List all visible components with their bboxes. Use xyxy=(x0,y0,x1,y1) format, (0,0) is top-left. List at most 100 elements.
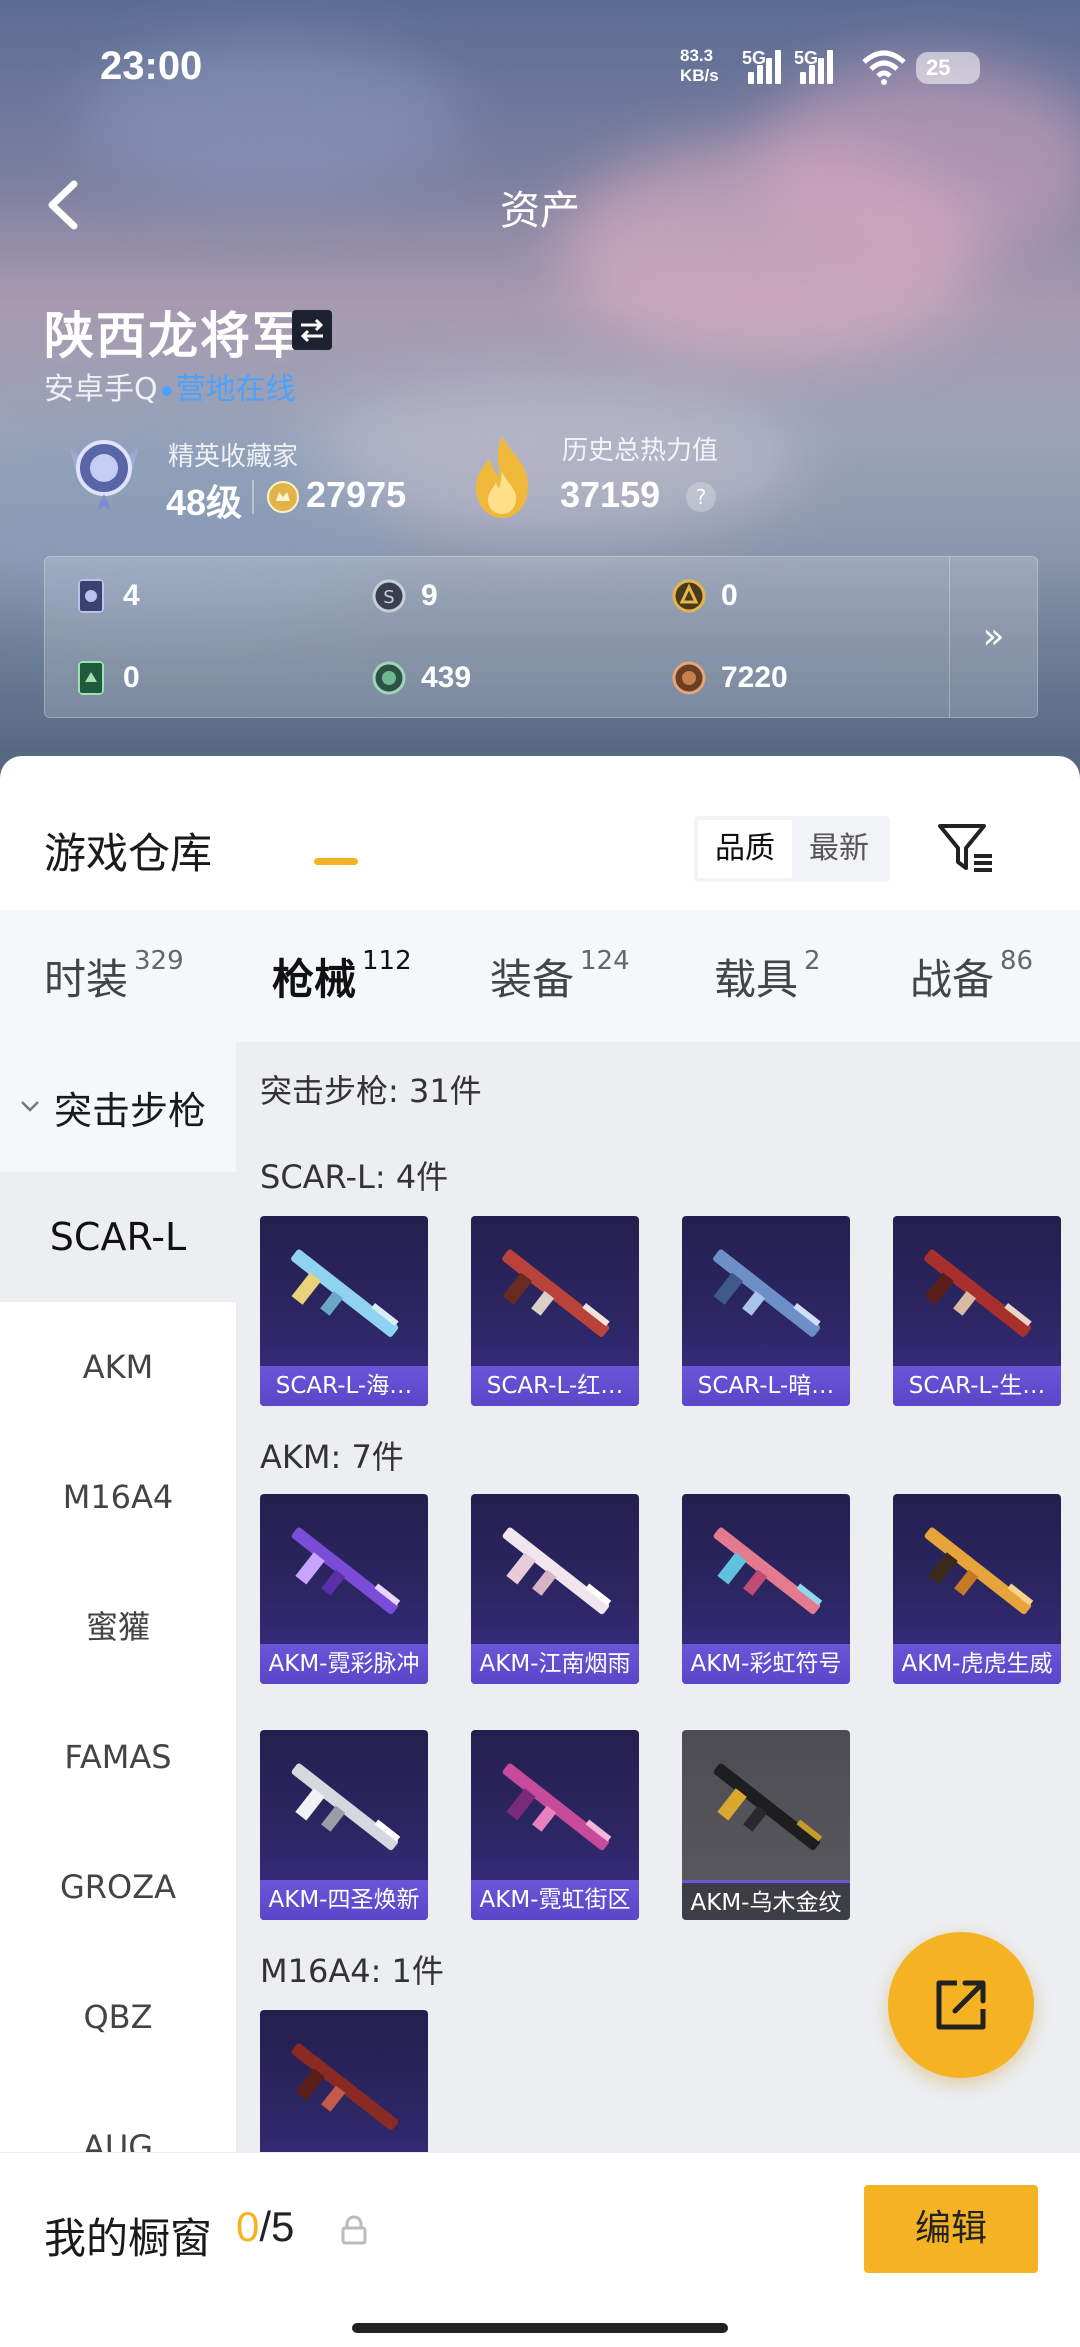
tab-weapons[interactable]: 枪械 112 xyxy=(272,946,412,1007)
sidebar-item-akm[interactable]: AKM xyxy=(0,1302,236,1432)
signal-bars-icon xyxy=(748,50,782,84)
weapon-card[interactable] xyxy=(260,2010,428,2152)
online-dot-icon xyxy=(161,385,172,396)
rifle-icon xyxy=(713,1527,823,1615)
more-resources-button[interactable]: » xyxy=(949,557,1037,717)
weapon-name: AKM-彩虹符号 xyxy=(682,1644,850,1684)
signal-bars-icon xyxy=(800,50,834,84)
rifle-icon xyxy=(291,1763,401,1851)
weapon-card[interactable]: AKM-乌木金纹 xyxy=(682,1730,850,1920)
weapon-card[interactable]: AKM-江南烟雨 xyxy=(471,1494,639,1684)
weapon-name: SCAR-L-生… xyxy=(893,1366,1061,1406)
tab-vehicles[interactable]: 载具 2 xyxy=(714,946,821,1007)
tab-count: 86 xyxy=(1000,946,1034,976)
weapon-name: SCAR-L-海… xyxy=(260,1366,428,1406)
tab-label: 枪械 xyxy=(272,955,357,1004)
rifle-icon xyxy=(502,1527,612,1615)
collector-title: 精英收藏家 xyxy=(168,442,299,472)
help-icon[interactable]: ? xyxy=(686,482,716,512)
resource-item: 0 xyxy=(73,653,140,703)
active-tab-indicator xyxy=(314,858,358,865)
filter-icon[interactable] xyxy=(936,818,996,878)
tab-equipment[interactable]: 装备 124 xyxy=(490,946,630,1007)
resource-item: 0 xyxy=(671,571,738,621)
group-label: M16A4: 1件 xyxy=(260,1952,444,1990)
tab-outfits[interactable]: 时装 329 xyxy=(44,946,184,1007)
rifle-icon xyxy=(291,2043,399,2131)
resource-item: 4 xyxy=(73,571,140,621)
chevron-down-icon xyxy=(21,1101,39,1112)
page-title: 资产 xyxy=(500,188,580,234)
warehouse-title: 游戏仓库 xyxy=(44,829,213,878)
weapon-card[interactable]: AKM-霓虹街区 xyxy=(471,1730,639,1920)
wifi-icon xyxy=(862,50,906,85)
flame-icon xyxy=(476,436,528,518)
weapon-card[interactable]: AKM-四圣焕新 xyxy=(260,1730,428,1920)
sidebar-item-qbz[interactable]: QBZ xyxy=(0,1952,236,2082)
sidebar-category-assault-rifle[interactable]: 突击步枪 xyxy=(0,1042,236,1172)
home-indicator[interactable] xyxy=(352,2323,728,2333)
tab-count: 2 xyxy=(804,946,821,976)
weapon-card[interactable]: SCAR-L-红… xyxy=(471,1216,639,1406)
resource-item: 439 xyxy=(371,653,471,703)
online-status: 营地在线 xyxy=(175,372,296,407)
sort-latest-button[interactable]: 最新 xyxy=(792,820,886,878)
platform-line: 安卓手Q 营地在线 xyxy=(44,364,296,408)
resource-item: 7220 xyxy=(671,653,788,703)
rifle-icon xyxy=(713,1763,823,1851)
rifle-icon xyxy=(291,1527,401,1615)
green-coin-icon xyxy=(372,661,406,695)
sort-quality-button[interactable]: 品质 xyxy=(698,820,792,878)
weapon-card[interactable]: AKM-虎虎生威 xyxy=(893,1494,1061,1684)
weapon-sidebar: 突击步枪 SCAR-L AKM M16A4 蜜獾 FAMAS GROZA QBZ… xyxy=(0,1042,236,2152)
resource-item: S 9 xyxy=(371,571,438,621)
card-icon xyxy=(78,579,104,613)
weapon-name: AKM-虎虎生威 xyxy=(893,1644,1061,1684)
sidebar-item-aug[interactable]: AUG xyxy=(0,2082,236,2152)
collector-badge-icon xyxy=(70,440,138,512)
silver-coin-icon: S xyxy=(372,579,406,613)
sidebar-item-famas[interactable]: FAMAS xyxy=(0,1692,236,1822)
sidebar-item-scar-l[interactable]: SCAR-L xyxy=(0,1172,236,1302)
svg-text:S: S xyxy=(383,587,394,608)
weapon-card[interactable]: SCAR-L-海… xyxy=(260,1216,428,1406)
status-bar: 23:00 83.3 KB/s 5G 5G 25 xyxy=(0,0,1080,130)
divider xyxy=(252,480,254,514)
weapon-name: SCAR-L-暗… xyxy=(682,1366,850,1406)
edit-button[interactable]: 编辑 xyxy=(864,2185,1038,2273)
tab-label: 战备 xyxy=(910,955,995,1004)
tab-label: 装备 xyxy=(490,955,575,1004)
weapon-card[interactable]: SCAR-L-生… xyxy=(893,1216,1061,1406)
heat-value: 37159 xyxy=(560,474,661,515)
rifle-icon xyxy=(502,1763,612,1851)
battery-icon: 25 xyxy=(916,52,980,84)
resource-value: 439 xyxy=(421,661,472,694)
bronze-coin-icon xyxy=(672,661,706,695)
rifle-icon xyxy=(291,1249,399,1337)
share-icon xyxy=(936,1980,986,2030)
sidebar-category-label: 突击步枪 xyxy=(54,1089,207,1133)
tab-count: 112 xyxy=(362,946,412,976)
resource-value: 9 xyxy=(421,579,438,612)
net-speed-value: 83.3 xyxy=(680,46,714,65)
switch-account-icon[interactable] xyxy=(292,310,332,350)
weapon-card[interactable]: AKM-彩虹符号 xyxy=(682,1494,850,1684)
share-button[interactable] xyxy=(888,1932,1034,2078)
weapon-name: AKM-四圣焕新 xyxy=(260,1880,428,1920)
sidebar-item-m16a4[interactable]: M16A4 xyxy=(0,1432,236,1562)
resource-value: 7220 xyxy=(721,661,788,694)
tab-gear[interactable]: 战备 86 xyxy=(910,946,1033,1007)
rifle-icon xyxy=(502,1249,610,1337)
weapon-card[interactable]: SCAR-L-暗… xyxy=(682,1216,850,1406)
showcase-bar: 我的橱窗 0/5 编辑 xyxy=(0,2152,1080,2347)
tab-label: 载具 xyxy=(714,955,799,1004)
weapon-name: SCAR-L-红… xyxy=(471,1366,639,1406)
lock-icon xyxy=(341,2215,367,2245)
tab-count: 329 xyxy=(134,946,184,976)
sidebar-item-groza[interactable]: GROZA xyxy=(0,1822,236,1952)
rifle-icon xyxy=(924,1527,1034,1615)
sidebar-item-honey-badger[interactable]: 蜜獾 xyxy=(0,1562,236,1692)
platform-label: 安卓手Q xyxy=(44,372,158,407)
resource-panel: 4 S 9 0 0 439 7220 » xyxy=(44,556,1038,718)
weapon-card[interactable]: AKM-霓彩脉冲 xyxy=(260,1494,428,1684)
